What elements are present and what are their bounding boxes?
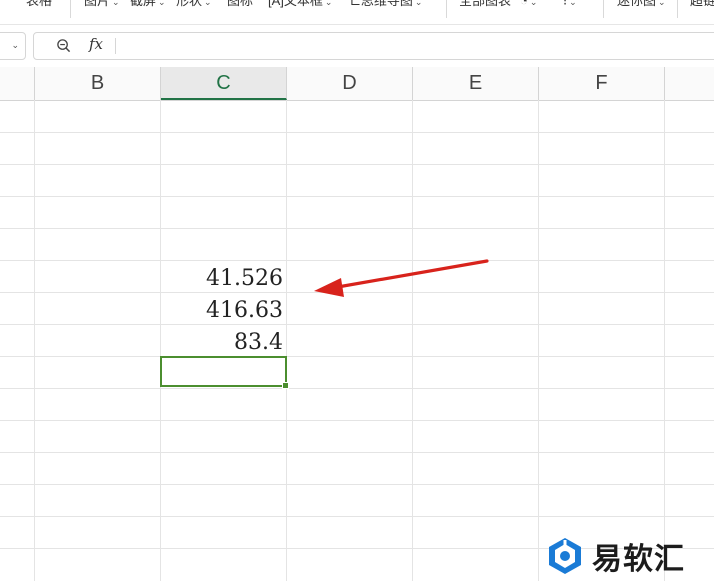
column-header-c[interactable]: C xyxy=(161,67,287,100)
fill-handle[interactable] xyxy=(282,382,289,389)
grid-line xyxy=(0,484,714,485)
mindmap-button[interactable]: ⊏思维导图 ⌄ xyxy=(350,0,422,10)
sparkline-label: 迷你图 xyxy=(617,0,657,8)
chevron-down-icon: ⌄ xyxy=(158,0,166,7)
all-charts-label: 全部图表 xyxy=(459,0,512,8)
toolbar-divider xyxy=(677,0,678,18)
toolbar-divider xyxy=(446,0,447,18)
shape-button[interactable]: 形状 ⌄ xyxy=(176,0,212,10)
column-header-e[interactable]: E xyxy=(413,67,539,100)
table-label: 表格 xyxy=(26,0,53,8)
sparkline-button[interactable]: 迷你图 ⌄ xyxy=(617,0,666,10)
scatter-chart-button[interactable]: ⁝ ⌄ xyxy=(563,0,577,10)
grid-line xyxy=(412,100,413,581)
grid-line xyxy=(0,292,714,293)
mindmap-icon: ⊏ xyxy=(350,0,361,8)
chevron-down-icon: ⌄ xyxy=(414,0,423,7)
grid-line xyxy=(0,132,714,133)
column-header-f[interactable]: F xyxy=(539,67,665,100)
chevron-down-icon: ⌄ xyxy=(204,0,212,7)
grid-line xyxy=(0,324,714,325)
screenshot-button[interactable]: 截屏 ⌄ xyxy=(130,0,166,10)
name-box[interactable]: ⌄ xyxy=(0,32,26,60)
formula-bar: ⌄ fx xyxy=(0,30,714,61)
grid-line xyxy=(0,356,714,357)
shape-label: 形状 xyxy=(176,0,203,8)
textbox-button[interactable]: [A]文本框 ⌄ xyxy=(268,0,332,10)
icon-label: 图标 xyxy=(227,0,254,8)
grid-line xyxy=(664,100,665,581)
cell-c6[interactable]: 41.526 xyxy=(161,263,283,294)
grid-line xyxy=(0,228,714,229)
zoom-icon[interactable] xyxy=(56,38,71,53)
watermark-text: 易软汇 xyxy=(592,542,685,577)
chevron-down-icon: ⌄ xyxy=(11,40,19,50)
formula-divider xyxy=(115,38,116,54)
grid-line xyxy=(286,100,287,581)
selected-cell-c9[interactable] xyxy=(160,356,289,389)
column-header-g[interactable] xyxy=(665,67,714,100)
toolbar-divider xyxy=(70,0,71,18)
picture-label: 图片 xyxy=(84,0,111,8)
screenshot-label: 截屏 xyxy=(130,0,157,8)
chevron-down-icon: ⌄ xyxy=(112,0,120,7)
chevron-down-icon: ⌄ xyxy=(658,0,666,7)
column-header-a[interactable] xyxy=(0,67,35,100)
fx-icon[interactable]: fx xyxy=(89,35,103,53)
grid-line xyxy=(0,452,714,453)
chevron-down-icon: ⌄ xyxy=(324,0,333,7)
pie-chart-icon: ◔ xyxy=(520,0,528,8)
ribbon-toolbar: 表格 图片 ⌄ 截屏 ⌄ 形状 ⌄ 图标 [A]文本框 ⌄ ⊏思维导图 ⌄ 全部图表 ◔ ⌄… xyxy=(0,0,714,25)
hyperlink-label: 超链 xyxy=(690,0,714,8)
grid-line xyxy=(0,260,714,261)
textbox-icon: [A] xyxy=(268,0,284,8)
column-header-d[interactable]: D xyxy=(287,67,413,100)
mindmap-label: 思维导图 xyxy=(360,0,413,8)
formula-field-wrapper: fx xyxy=(33,32,714,60)
chevron-down-icon: ⌄ xyxy=(529,0,538,7)
toolbar-divider xyxy=(603,0,604,18)
textbox-label: 文本框 xyxy=(283,0,323,8)
icon-button[interactable]: 图标 xyxy=(227,0,253,10)
hyperlink-button[interactable]: 超链 xyxy=(690,0,714,10)
column-header-b[interactable]: B xyxy=(35,67,161,100)
grid-line xyxy=(538,100,539,581)
grid-line xyxy=(0,388,714,389)
chevron-down-icon: ⌄ xyxy=(569,0,577,7)
hexagon-logo-icon xyxy=(549,538,581,574)
picture-button[interactable]: 图片 ⌄ xyxy=(84,0,120,10)
grid-line xyxy=(34,100,35,581)
all-charts-button[interactable]: 全部图表 xyxy=(459,0,511,10)
scatter-chart-icon: ⁝ xyxy=(563,0,568,8)
cell-c8[interactable]: 83.4 xyxy=(161,327,283,358)
table-button[interactable]: 表格 xyxy=(26,0,52,10)
grid-line xyxy=(0,164,714,165)
pie-chart-button[interactable]: ◔ ⌄ xyxy=(520,0,537,10)
cell-c7[interactable]: 416.63 xyxy=(161,295,283,326)
grid-line xyxy=(0,420,714,421)
grid-line xyxy=(0,516,714,517)
grid-line xyxy=(0,196,714,197)
watermark-logo: 易软汇 xyxy=(546,535,685,577)
formula-input[interactable] xyxy=(122,37,712,55)
